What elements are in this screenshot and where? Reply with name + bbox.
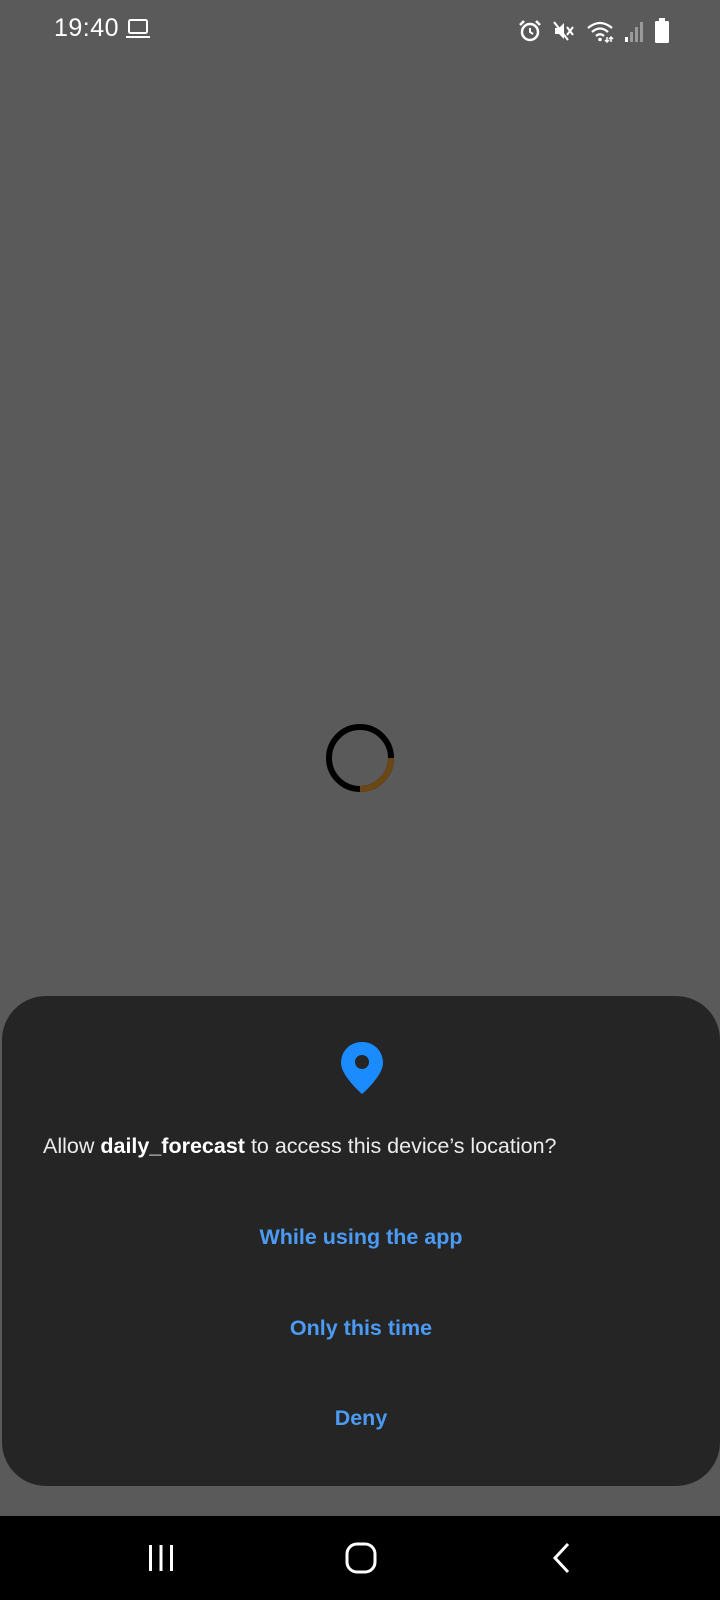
alarm-icon	[518, 19, 542, 43]
location-permission-dialog: Allow daily_forecast to access this devi…	[2, 996, 720, 1486]
deny-button[interactable]: Deny	[2, 1377, 720, 1457]
status-time: 19:40	[54, 14, 120, 42]
message-prefix: Allow	[43, 1134, 101, 1158]
only-this-time-button[interactable]: Only this time	[2, 1287, 720, 1367]
recents-icon[interactable]	[131, 1534, 191, 1582]
laptop-icon	[126, 18, 150, 45]
navigation-bar	[0, 1516, 720, 1600]
battery-icon	[654, 18, 670, 44]
signal-icon	[624, 19, 644, 43]
back-icon[interactable]	[532, 1534, 592, 1582]
app-name: daily_forecast	[100, 1134, 245, 1158]
status-bar: 19:40	[0, 0, 720, 64]
status-icons	[518, 16, 670, 46]
mute-icon	[552, 19, 576, 43]
while-using-app-button[interactable]: While using the app	[2, 1196, 720, 1276]
message-suffix: to access this device’s location?	[244, 1134, 557, 1158]
home-icon[interactable]	[331, 1534, 391, 1582]
wifi-icon	[586, 19, 614, 43]
loading-spinner	[324, 722, 396, 794]
location-pin-icon	[339, 1040, 385, 1096]
permission-message: Allow daily_forecast to access this devi…	[43, 1134, 557, 1159]
screen: 19:40 Allow daily_forecast to access thi…	[0, 0, 720, 1600]
